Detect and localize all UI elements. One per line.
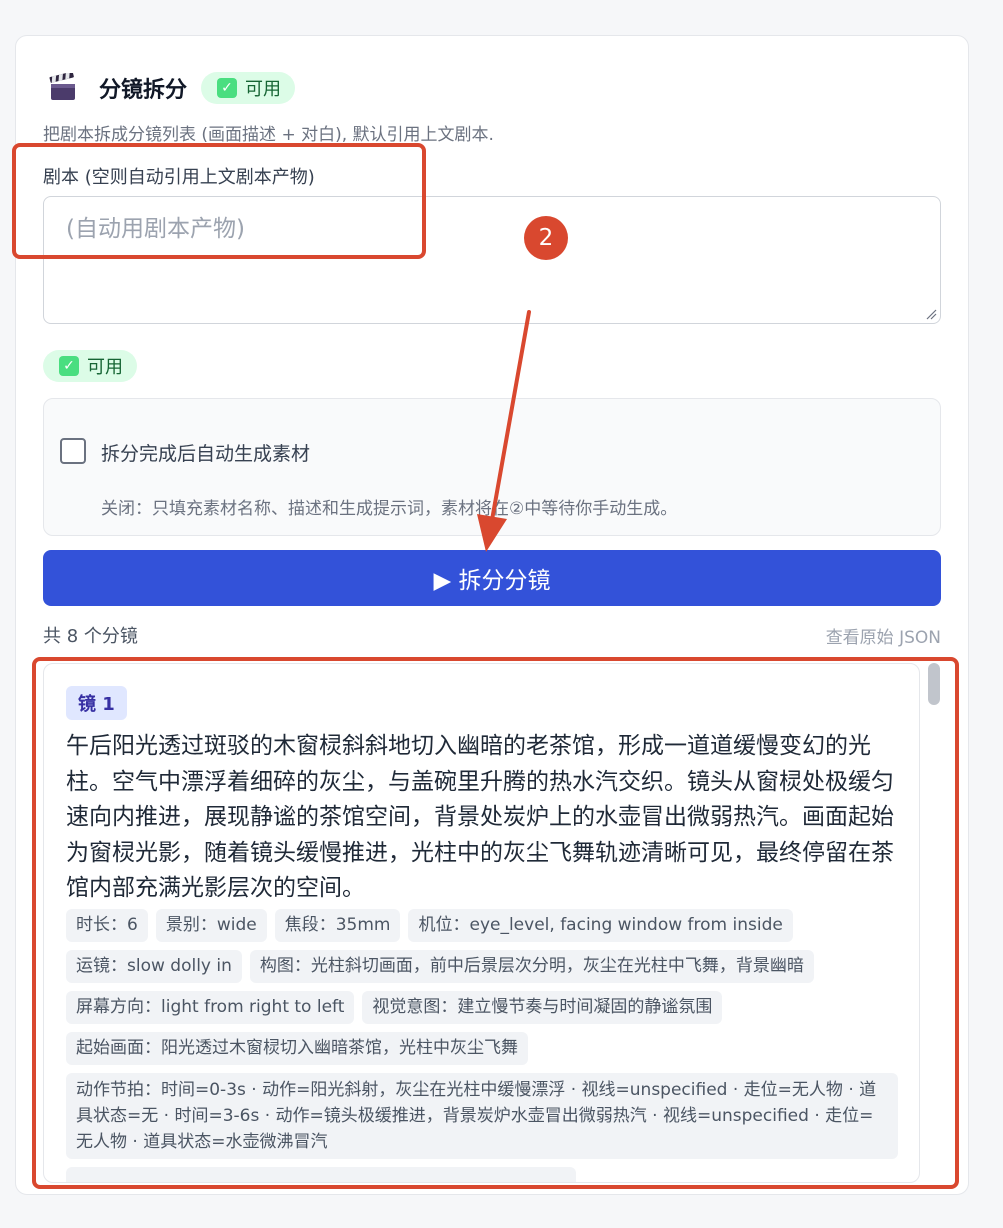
annotation-highlight-shots	[32, 657, 959, 1189]
status-badge-secondary: ✓ 可用	[43, 350, 137, 382]
clapperboard-icon	[47, 72, 79, 104]
split-storyboard-button[interactable]: ▶ 拆分分镜	[43, 550, 941, 606]
status-badge-label: 可用	[245, 79, 282, 100]
resize-handle-icon[interactable]	[925, 308, 937, 320]
check-icon: ✓	[217, 78, 238, 98]
annotation-highlight-script	[12, 143, 426, 259]
card-title: 分镜拆分	[99, 78, 188, 103]
card-header: 分镜拆分 ✓ 可用	[47, 68, 296, 108]
view-raw-json-link[interactable]: 查看原始 JSON	[826, 623, 941, 648]
auto-generate-label[interactable]: 拆分完成后自动生成素材	[101, 439, 310, 466]
status-badge-secondary-label: 可用	[87, 357, 123, 378]
annotation-step-marker: 2	[524, 216, 568, 260]
card-description: 把剧本拆成分镜列表 (画面描述 + 对白), 默认引用上文剧本.	[43, 125, 494, 145]
auto-generate-option: 拆分完成后自动生成素材 关闭：只填充素材名称、描述和生成提示词，素材将在②中等待…	[43, 398, 941, 536]
status-badge: ✓ 可用	[201, 72, 296, 104]
auto-generate-hint: 关闭：只填充素材名称、描述和生成提示词，素材将在②中等待你手动生成。	[101, 499, 678, 519]
check-icon: ✓	[59, 356, 79, 376]
shot-count: 共 8 个分镜	[43, 626, 138, 647]
auto-generate-checkbox[interactable]	[60, 438, 86, 464]
